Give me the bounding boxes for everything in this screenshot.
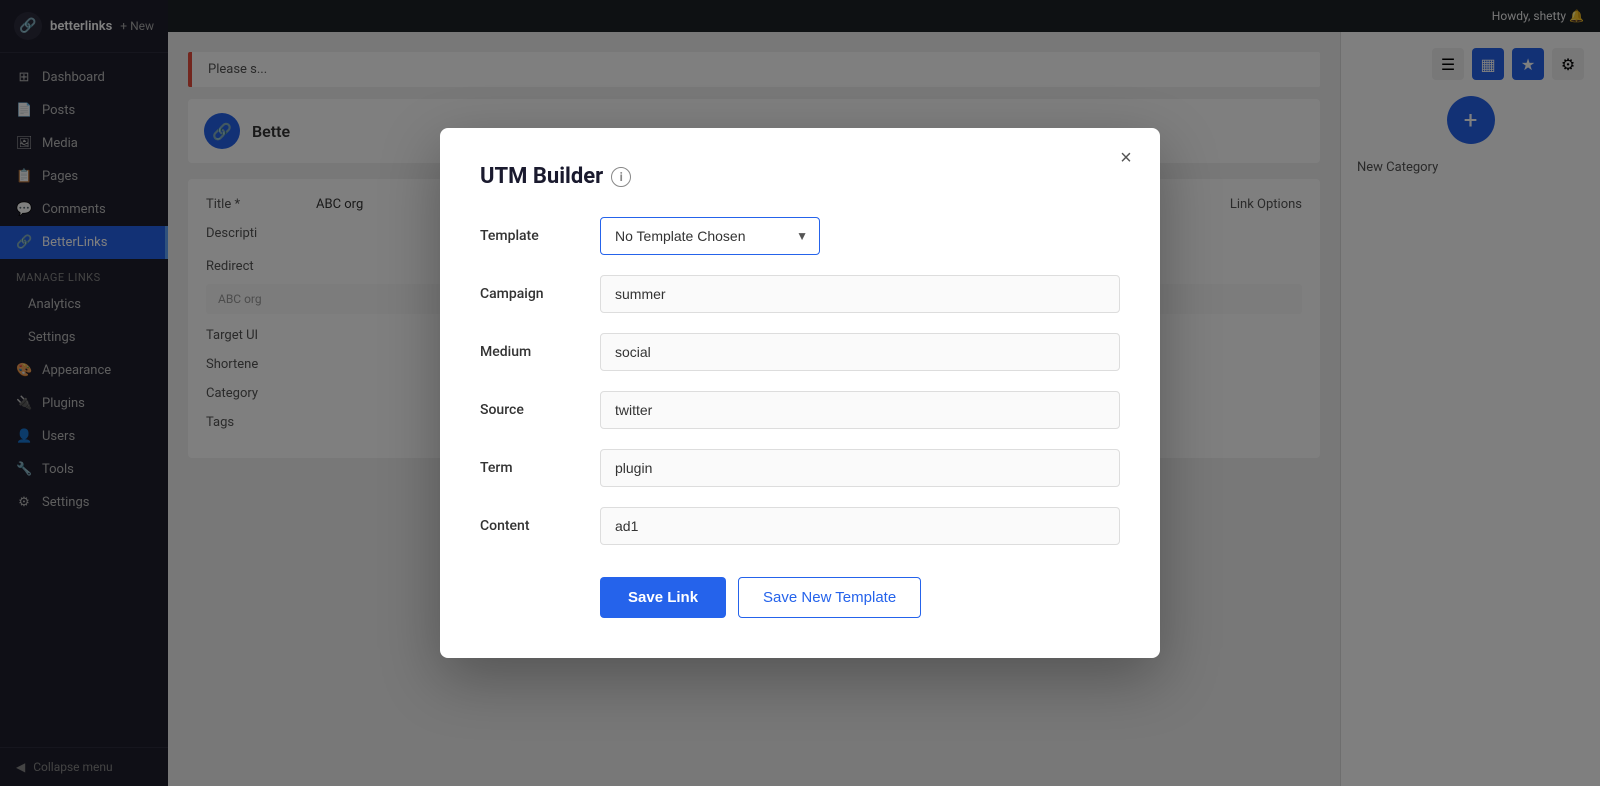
source-input[interactable]: [600, 391, 1120, 429]
utm-builder-modal: × UTM Builder i Template No Template Cho…: [440, 128, 1160, 658]
modal-backdrop: × UTM Builder i Template No Template Cho…: [0, 0, 1600, 786]
template-label: Template: [480, 228, 600, 244]
template-row: Template No Template Chosen ▼: [480, 217, 1120, 255]
campaign-row: Campaign: [480, 275, 1120, 313]
source-label: Source: [480, 402, 600, 418]
modal-title-text: UTM Builder: [480, 164, 603, 189]
template-select-wrapper[interactable]: No Template Chosen ▼: [600, 217, 820, 255]
source-row: Source: [480, 391, 1120, 429]
save-template-button[interactable]: Save New Template: [738, 577, 921, 618]
content-label: Content: [480, 518, 600, 534]
medium-input[interactable]: [600, 333, 1120, 371]
term-label: Term: [480, 460, 600, 476]
term-row: Term: [480, 449, 1120, 487]
modal-title-area: UTM Builder i: [480, 164, 1120, 189]
medium-label: Medium: [480, 344, 600, 360]
modal-button-row: Save Link Save New Template: [480, 577, 1120, 618]
info-icon: i: [611, 167, 631, 187]
save-link-button[interactable]: Save Link: [600, 577, 726, 618]
campaign-label: Campaign: [480, 286, 600, 302]
medium-row: Medium: [480, 333, 1120, 371]
content-row: Content: [480, 507, 1120, 545]
content-input[interactable]: [600, 507, 1120, 545]
campaign-input[interactable]: [600, 275, 1120, 313]
term-input[interactable]: [600, 449, 1120, 487]
template-select[interactable]: No Template Chosen: [600, 217, 820, 255]
modal-close-button[interactable]: ×: [1112, 144, 1140, 172]
